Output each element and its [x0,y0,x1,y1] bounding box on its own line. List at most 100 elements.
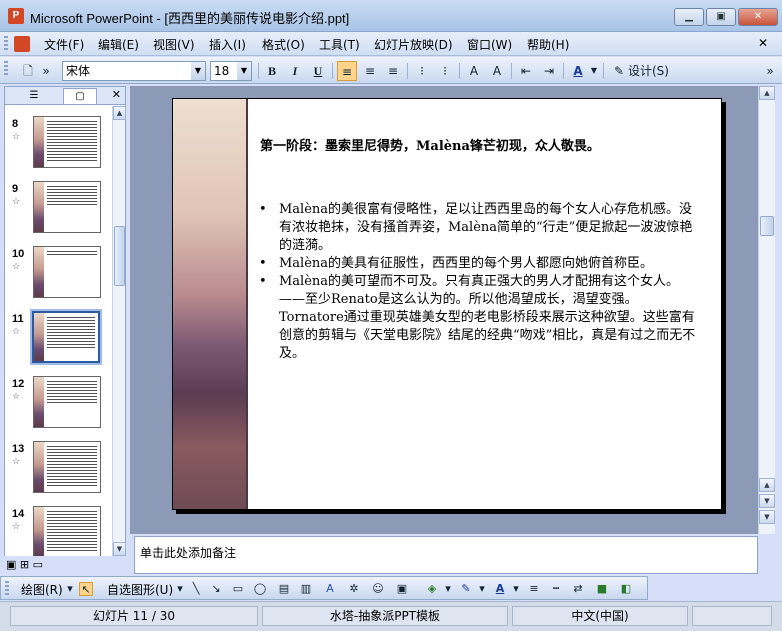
chevron-down-icon[interactable]: ▼ [589,61,599,81]
bullet-dot: • [259,202,267,217]
underline-button[interactable]: U [308,61,328,81]
slide-thumbnail-selected[interactable]: 11 ☆ [5,307,113,367]
dash-style-icon[interactable]: ┅ [549,582,563,596]
slide-body[interactable]: • Malèna的美很富有侵略性，足以让西西里岛的每个女人心存危机感。没有浓妆艳… [259,201,699,363]
wordart-icon[interactable]: A [323,582,337,596]
clipart-icon[interactable]: ☺ [371,582,385,596]
close-window-button[interactable]: ✕ [738,8,778,26]
font-color-icon[interactable]: A [493,582,507,596]
new-document-icon[interactable]: 🗋 [18,61,38,81]
decrease-font-icon[interactable]: A [487,61,507,81]
tab-slides[interactable]: ▢ [63,88,97,104]
menu-edit[interactable]: 编辑(E) [98,36,139,53]
arrow-icon[interactable]: ↘ [209,582,223,596]
decrease-indent-icon[interactable]: ⇤ [516,61,536,81]
menu-slideshow[interactable]: 幻灯片放映(D) [374,36,453,53]
slide-editor: 第一阶段：墨索里尼得势，Malèna锋芒初现，众人敬畏。 • Malèna的美很… [130,86,758,534]
next-slide-icon[interactable]: ▼ [759,494,775,508]
picture-icon[interactable]: ▣ [395,582,409,596]
vertical-textbox-icon[interactable]: ▥ [299,582,313,596]
font-size-select[interactable]: 18 ▼ [210,61,252,81]
slide-canvas[interactable]: 第一阶段：墨索里尼得势，Malèna锋芒初现，众人敬畏。 • Malèna的美很… [172,98,722,510]
menu-help[interactable]: 帮助(H) [527,36,569,53]
italic-button[interactable]: I [285,61,305,81]
chevron-down-icon[interactable]: ▾ [63,582,77,596]
menu-file[interactable]: 文件(F) [44,36,84,53]
menu-insert[interactable]: 插入(I) [209,36,246,53]
autoshapes-menu[interactable]: 自选图形(U) [107,581,173,598]
3d-style-icon[interactable]: ◧ [619,582,633,596]
menu-grip[interactable] [4,36,8,52]
slide-thumbnail[interactable]: 12 ☆ [5,372,113,432]
thumbnail-image [33,181,101,233]
document-icon[interactable] [14,36,30,52]
chevron-down-icon[interactable]: ▾ [475,582,489,596]
maximize-button[interactable]: ▣ [706,8,736,26]
tab-outline[interactable]: ☰ [17,88,51,104]
align-center-icon[interactable]: ≡ [360,61,380,81]
scroll-up-icon[interactable]: ▲ [759,86,775,100]
font-color-icon[interactable]: A [568,61,588,81]
menu-tools[interactable]: 工具(T) [319,36,360,53]
notes-pane[interactable]: 单击此处添加备注 [134,536,758,574]
scroll-thumb[interactable] [760,216,774,236]
toolbar-grip[interactable] [4,61,8,77]
chevron-down-icon[interactable]: ▼ [191,62,205,80]
shadow-style-icon[interactable]: ■ [595,582,609,596]
slide-title[interactable]: 第一阶段：墨索里尼得势，Malèna锋芒初现，众人敬畏。 [260,135,600,154]
slide-thumbnail[interactable]: 8 ☆ [5,112,113,172]
menu-format[interactable]: 格式(O) [262,36,305,53]
slide-thumbnail[interactable]: 10 ☆ [5,242,113,302]
design-button[interactable]: 设计(S) [628,61,670,81]
thumbnail-image [33,506,101,556]
design-icon[interactable]: ✎ [609,61,629,81]
slide-sorter-icon[interactable]: ⊞ [20,558,29,571]
fill-color-icon[interactable]: ◈ [425,582,439,596]
editor-vertical-scrollbar[interactable]: ▲ ▲ ▼ ▼ [758,86,775,534]
scroll-thumb[interactable] [114,226,125,286]
chevron-down-icon[interactable]: ▾ [441,582,455,596]
oval-icon[interactable]: ◯ [253,582,267,596]
chevron-down-icon[interactable]: ▼ [237,62,251,80]
bold-button[interactable]: B [262,61,282,81]
scroll-down-icon[interactable]: ▼ [113,542,126,556]
rectangle-icon[interactable]: ▭ [231,582,245,596]
bullet-text: Malèna的美具有征服性，西西里的每个男人都愿向她俯首称臣。 [279,256,654,271]
select-pointer-icon[interactable]: ↖ [79,582,93,596]
textbox-icon[interactable]: ▤ [277,582,291,596]
normal-view-icon[interactable]: ▣ [6,558,16,571]
toolbar-grip[interactable] [5,581,9,597]
slideshow-view-icon[interactable]: ▭ [33,558,43,571]
slide-thumbnail[interactable]: 14 ☆ [5,502,113,556]
slide-thumbnail[interactable]: 13 ☆ [5,437,113,497]
previous-slide-icon[interactable]: ▲ [759,478,775,492]
chevron-down-icon[interactable]: ▾ [509,582,523,596]
powerpoint-app-icon[interactable]: P [8,8,24,24]
font-name-select[interactable]: 宋体 ▼ [62,61,206,81]
diagram-icon[interactable]: ✲ [347,582,361,596]
scroll-down-icon[interactable]: ▼ [759,510,775,524]
increase-indent-icon[interactable]: ⇥ [539,61,559,81]
numbered-list-icon[interactable]: ⁝ [412,61,432,81]
bulleted-list-icon[interactable]: ⁝ [435,61,455,81]
scroll-up-icon[interactable]: ▲ [113,106,126,120]
align-right-icon[interactable]: ≡ [383,61,403,81]
close-document-button[interactable]: ✕ [758,36,768,50]
menu-window[interactable]: 窗口(W) [467,36,512,53]
line-color-icon[interactable]: ✎ [459,582,473,596]
arrow-style-icon[interactable]: ⇄ [571,582,585,596]
toolbar-options-icon[interactable]: » [40,61,52,81]
panel-scrollbar[interactable]: ▲ ▼ [112,106,126,556]
align-left-icon[interactable]: ≡ [337,61,357,81]
toolbar-options-icon[interactable]: » [764,61,776,81]
close-panel-button[interactable]: ✕ [112,88,121,101]
line-style-icon[interactable]: ≡ [527,582,541,596]
increase-font-icon[interactable]: A [464,61,484,81]
language-status: 中文(中国) [512,606,688,626]
menu-view[interactable]: 视图(V) [153,36,195,53]
line-icon[interactable]: ╲ [189,582,203,596]
slide-thumbnail[interactable]: 9 ☆ [5,177,113,237]
draw-menu[interactable]: 绘图(R) [21,581,63,598]
chevron-down-icon[interactable]: ▾ [173,582,187,596]
minimize-button[interactable]: ▁ [674,8,704,26]
